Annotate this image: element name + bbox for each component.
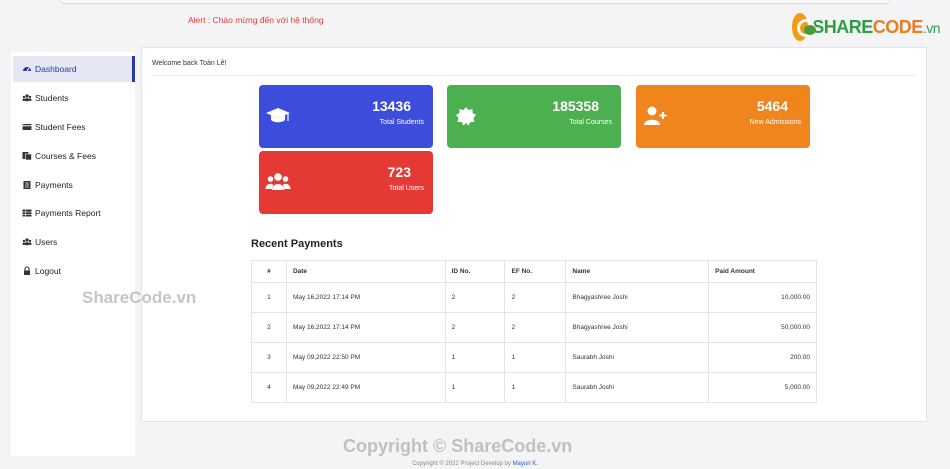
table-cell: 4	[251, 372, 287, 403]
card-icon	[22, 124, 32, 130]
card-label: Total Students	[379, 119, 424, 126]
table-cell: 2	[444, 282, 506, 313]
sidebar-item-student-fees[interactable]: Student Fees	[13, 114, 135, 140]
card-total-courses[interactable]: 185358 Total Courses	[447, 85, 621, 148]
card-total-students[interactable]: 13436 Total Students	[259, 85, 433, 148]
table-icon	[22, 209, 32, 217]
table-cell: 1	[444, 372, 506, 403]
top-strip	[60, 0, 890, 4]
card-value: 723	[387, 164, 411, 180]
column-header: ID No.	[444, 260, 506, 283]
table-cell: 50,000.00	[708, 312, 817, 343]
courses-icon	[22, 152, 32, 161]
sidebar-item-students[interactable]: Students	[13, 85, 135, 111]
card-value: 13436	[372, 98, 411, 114]
table-cell: 2	[504, 312, 567, 343]
sidebar-item-label: Student Fees	[35, 122, 86, 132]
table-cell: Bhagyashree Joshi	[565, 282, 710, 313]
sidebar-item-label: Dashboard	[35, 64, 77, 74]
table-cell: 2	[251, 312, 287, 343]
list-icon	[23, 181, 31, 189]
sidebar-item-courses-fees[interactable]: Courses & Fees	[13, 143, 135, 169]
lock-icon	[24, 266, 30, 275]
card-value: 185358	[552, 98, 599, 114]
card-new-admissions[interactable]: 5464 New Admissions	[636, 85, 810, 148]
sidebar-item-logout[interactable]: Logout	[13, 258, 135, 284]
sidebar-item-label: Payments Report	[35, 208, 101, 218]
column-header: #	[251, 260, 287, 283]
badge-icon	[456, 107, 476, 126]
footer-author-link[interactable]: Mayuri K.	[513, 461, 538, 467]
sidebar-item-payments-report[interactable]: Payments Report	[13, 200, 135, 226]
table-cell: May 16,2022 17:14 PM	[285, 312, 446, 343]
table-cell: May 09,2022 22:49 PM	[285, 372, 446, 403]
card-total-users[interactable]: 723 Total Users	[259, 151, 433, 214]
table-cell: 1	[504, 342, 567, 373]
users-icon	[22, 94, 32, 102]
column-header: Paid Amount	[708, 260, 817, 283]
divider	[152, 75, 916, 76]
users-icon	[265, 173, 291, 190]
sidebar-item-users[interactable]: Users	[13, 229, 135, 255]
logo-text: SHARECODE.vn	[812, 16, 940, 37]
footer: Copyright © 2022 Project Develop by Mayu…	[0, 461, 950, 467]
sidebar: Dashboard Students Student Fees Courses …	[11, 52, 135, 456]
dashboard-icon	[23, 67, 31, 72]
watermark-left: ShareCode.vn	[82, 288, 197, 307]
table-cell: 10,000.00	[708, 282, 817, 313]
sidebar-item-label: Logout	[35, 266, 61, 276]
logo-badge-icon	[792, 13, 817, 41]
watermark-bottom: Copyright © ShareCode.vn	[343, 436, 573, 456]
table-row: 1 May 16,2022 17:14 PM 2 2 Bhagyashree J…	[251, 282, 817, 313]
dashboard-panel: Welcome back Toàn Lê! 13436 Total Studen…	[141, 47, 927, 422]
table-cell: 3	[251, 342, 287, 373]
table-row: 4 May 09,2022 22:49 PM 1 1 Saurabh Joshi…	[251, 372, 817, 403]
table-cell: 2	[504, 282, 567, 313]
table-cell: Saurabh Joshi	[565, 372, 710, 403]
table-cell: 5,000.00	[708, 372, 817, 403]
card-label: New Admissions	[749, 119, 801, 126]
table-cell: Bhagyashree Joshi	[565, 312, 710, 343]
table-cell: 1	[444, 342, 506, 373]
sidebar-item-label: Payments	[35, 180, 73, 190]
alert-message: Alert : Chào mừng đến với hệ thống	[188, 15, 324, 25]
column-header: Date	[285, 260, 446, 283]
sidebar-item-dashboard[interactable]: Dashboard	[13, 56, 135, 82]
card-value: 5464	[756, 98, 788, 114]
table-cell: 2	[444, 312, 506, 343]
payments-table: # Date ID No. EF No. Name Paid Amount 1 …	[251, 260, 817, 403]
table-cell: Saurabh Joshi	[565, 342, 710, 373]
card-label: Total Courses	[569, 119, 612, 126]
card-label: Total Users	[388, 185, 424, 192]
table-cell: 1	[251, 282, 287, 313]
welcome-text: Welcome back Toàn Lê!	[152, 60, 227, 67]
table-cell: May 09,2022 22:50 PM	[285, 342, 446, 373]
users-icon	[22, 238, 32, 246]
table-cell: 1	[504, 372, 567, 403]
sidebar-item-label: Users	[35, 237, 58, 247]
sharecode-logo: SHARECODE.vn	[792, 9, 941, 45]
footer-text: Copyright © 2022 Project Develop by	[412, 461, 511, 467]
column-header: Name	[565, 260, 710, 283]
sidebar-item-label: Courses & Fees	[35, 151, 96, 161]
table-header-row: # Date ID No. EF No. Name Paid Amount	[251, 260, 817, 283]
column-header: EF No.	[504, 260, 567, 283]
table-cell: 200.00	[708, 342, 817, 373]
user-plus-icon	[644, 106, 667, 125]
graduation-cap-icon	[266, 108, 290, 123]
sidebar-item-label: Students	[35, 93, 69, 103]
table-cell: May 16,2022 17:14 PM	[285, 282, 446, 313]
recent-payments-title: Recent Payments	[251, 238, 343, 250]
table-row: 2 May 16,2022 17:14 PM 2 2 Bhagyashree J…	[251, 312, 817, 343]
sidebar-item-payments[interactable]: Payments	[13, 172, 135, 198]
table-row: 3 May 09,2022 22:50 PM 1 1 Saurabh Joshi…	[251, 342, 817, 373]
